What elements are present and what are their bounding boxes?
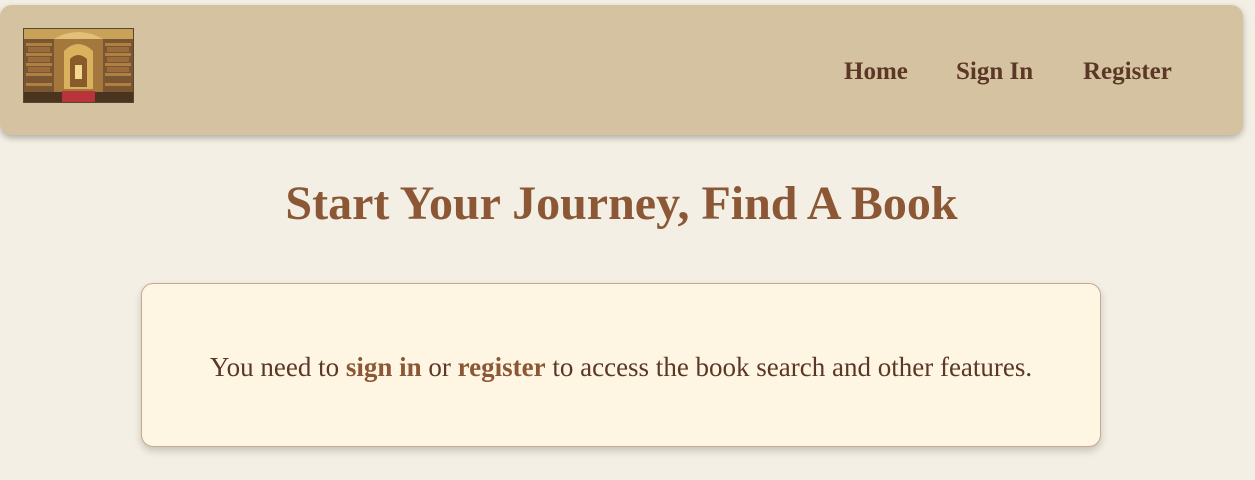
nav-register-link[interactable]: Register bbox=[1083, 57, 1172, 87]
notice-middle: or bbox=[421, 352, 458, 382]
access-notice-card: You need to sign in or register to acces… bbox=[141, 283, 1101, 447]
access-notice-text: You need to sign in or register to acces… bbox=[142, 350, 1100, 384]
site-header: Home Sign In Register bbox=[0, 5, 1243, 135]
notice-suffix: to access the book search and other feat… bbox=[545, 352, 1033, 382]
nav-sign-in-link[interactable]: Sign In bbox=[956, 57, 1033, 87]
notice-sign-in-link[interactable]: sign in bbox=[346, 352, 422, 382]
notice-register-link[interactable]: register bbox=[458, 352, 546, 382]
nav-home-link[interactable]: Home bbox=[844, 57, 908, 87]
library-logo[interactable] bbox=[23, 28, 134, 103]
page-title: Start Your Journey, Find A Book bbox=[285, 177, 958, 230]
library-logo-icon bbox=[24, 29, 133, 102]
notice-prefix: You need to bbox=[209, 352, 346, 382]
